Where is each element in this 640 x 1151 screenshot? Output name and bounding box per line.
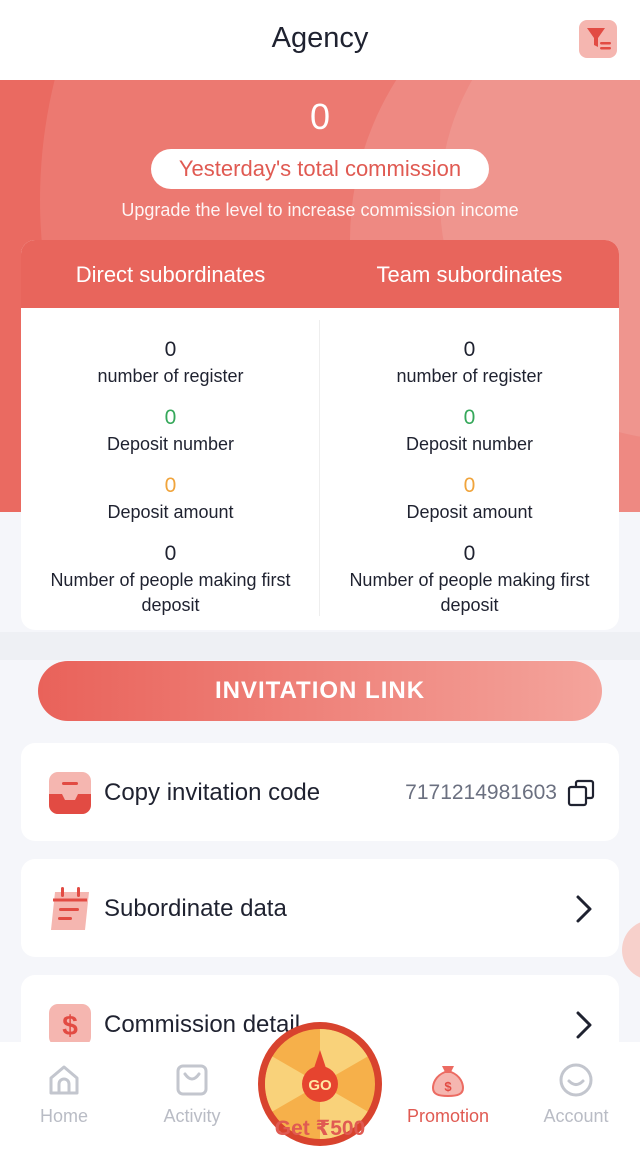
team-deposit-number-label: Deposit number: [405, 434, 534, 454]
direct-register-label: number of register: [97, 366, 244, 386]
team-deposit-amount-label: Deposit amount: [406, 502, 533, 522]
inbox-icon: [49, 772, 91, 814]
yesterday-commission-value: 0: [309, 96, 331, 137]
svg-text:$: $: [444, 1079, 452, 1094]
copy-icon[interactable]: [567, 779, 595, 807]
account-icon: [559, 1063, 593, 1097]
tab-account-label: Account: [543, 1106, 609, 1126]
team-first-deposit-value: 0: [463, 542, 476, 565]
team-register-value: 0: [463, 338, 476, 361]
commission-detail-label: Commission detail: [104, 1011, 301, 1038]
invitation-code-value: 7171214981603: [405, 781, 557, 804]
direct-deposit-number-value: 0: [164, 406, 177, 429]
team-deposit-number-value: 0: [463, 406, 476, 429]
direct-stats-column: 0 number of register 0 Deposit number 0 …: [21, 308, 320, 630]
direct-deposit-amount-value: 0: [164, 474, 177, 497]
copy-invitation-code-label: Copy invitation code: [104, 779, 321, 806]
floating-side-button[interactable]: [622, 920, 640, 980]
upgrade-note: Upgrade the level to increase commission…: [121, 200, 519, 220]
direct-deposit-number-label: Deposit number: [106, 434, 235, 454]
team-first-deposit-label: Number of people making first deposit: [349, 570, 590, 615]
tab-promotion[interactable]: $ Promotion: [384, 1062, 512, 1127]
gift-icon: [176, 1064, 208, 1096]
direct-register-value: 0: [164, 338, 177, 361]
money-bag-icon: $: [431, 1066, 465, 1098]
team-stats-column: 0 number of register 0 Deposit number 0 …: [320, 308, 619, 630]
header-bar: Agency: [0, 0, 640, 80]
direct-first-deposit-value: 0: [164, 542, 177, 565]
subordinate-data-row[interactable]: Subordinate data: [21, 859, 619, 957]
team-register-label: number of register: [396, 366, 543, 386]
tab-promotion-label: Promotion: [406, 1106, 490, 1126]
copy-invitation-code-row[interactable]: Copy invitation code 7171214981603: [21, 743, 619, 841]
section-divider: [0, 632, 640, 660]
chevron-right-icon: [576, 895, 592, 923]
yesterday-commission-label: Yesterday's total commission: [151, 149, 489, 189]
agency-page: Agency 0 Yesterday's total commission Up…: [0, 0, 640, 1151]
stats-header: Direct subordinates Team subordinates: [21, 240, 619, 308]
chevron-right-icon: [576, 1011, 592, 1039]
direct-first-deposit-label: Number of people making first deposit: [50, 570, 291, 615]
bottom-tab-bar: Home Activity GO Get ₹500 $ Promotion Ac…: [0, 1022, 640, 1151]
wheel-go-badge: GO: [308, 1077, 332, 1094]
subordinates-stats-card: Direct subordinates Team subordinates 0 …: [21, 240, 619, 630]
home-icon: [49, 1065, 79, 1095]
page-title: Agency: [271, 22, 369, 54]
tab-account[interactable]: Account: [512, 1062, 640, 1127]
filter-icon[interactable]: [579, 20, 617, 58]
svg-text:$: $: [62, 1010, 78, 1041]
direct-subordinates-title: Direct subordinates: [75, 262, 266, 287]
team-deposit-amount-value: 0: [463, 474, 476, 497]
team-subordinates-title: Team subordinates: [376, 262, 563, 287]
subordinate-data-label: Subordinate data: [104, 895, 287, 922]
calendar-icon: [51, 887, 89, 930]
direct-deposit-amount-label: Deposit amount: [107, 502, 234, 522]
invitation-link-button[interactable]: INVITATION LINK: [38, 661, 602, 721]
